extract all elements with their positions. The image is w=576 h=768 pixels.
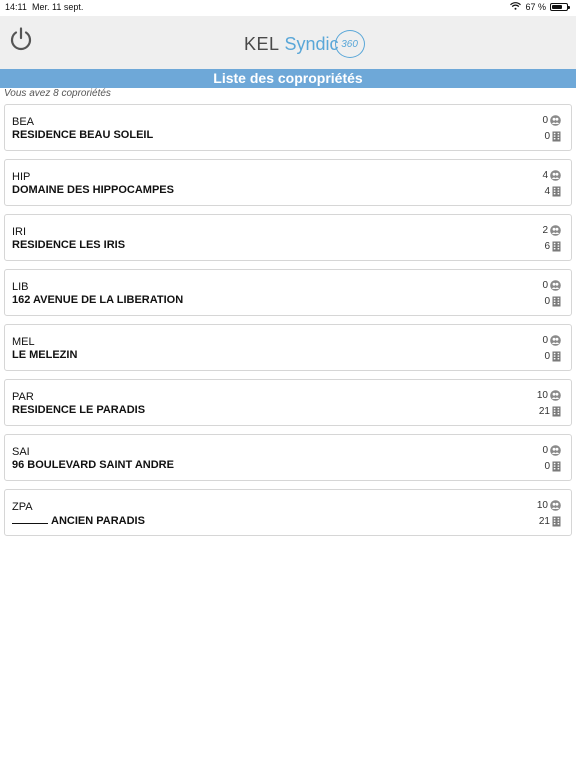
logo-syndic: Syndic: [284, 33, 339, 54]
property-card[interactable]: IRI RESIDENCE LES IRIS 2 6: [4, 214, 572, 261]
people-count: 0: [542, 280, 561, 291]
property-card[interactable]: SAI 96 BOULEVARD SAINT ANDRE 0 0: [4, 434, 572, 481]
people-icon: [550, 280, 561, 291]
building-icon: [552, 296, 561, 307]
app-logo: KEL Syndic 360: [244, 28, 365, 60]
property-code: PAR: [12, 391, 34, 403]
property-name: LE MELEZIN: [12, 349, 78, 361]
people-count-value: 4: [542, 170, 548, 181]
people-count-value: 0: [542, 280, 548, 291]
building-count-value: 0: [544, 131, 550, 142]
property-code: BEA: [12, 116, 35, 128]
property-name: RESIDENCE LE PARADIS: [12, 404, 146, 416]
building-count-value: 6: [544, 241, 550, 252]
status-date: Mer. 11 sept.: [32, 2, 84, 12]
building-count: 0: [544, 296, 561, 307]
property-name: RESIDENCE LES IRIS: [12, 239, 126, 251]
status-right: 67 %: [510, 2, 570, 12]
building-count: 21: [539, 516, 561, 527]
property-code: IRI: [12, 226, 27, 238]
building-count-value: 21: [538, 406, 550, 417]
property-card[interactable]: ZPA ANCIEN PARADIS 10 21: [4, 489, 572, 536]
building-icon: [552, 351, 561, 362]
property-name: 162 AVENUE DE LA LIBERATION: [12, 294, 184, 306]
property-code: ZPA: [12, 501, 33, 513]
people-count: 0: [542, 445, 561, 456]
redacted-line: [12, 514, 48, 524]
building-icon: [552, 406, 561, 417]
status-bar: 14:11 Mer. 11 sept. 67 %: [0, 0, 576, 16]
building-count: 0: [544, 351, 561, 362]
property-card[interactable]: LIB 162 AVENUE DE LA LIBERATION 0 0: [4, 269, 572, 316]
people-count: 10: [537, 500, 561, 511]
people-icon: [550, 390, 561, 401]
property-code: SAI: [12, 446, 30, 458]
people-count: 4: [542, 170, 561, 181]
logo-badge: 360: [334, 30, 365, 58]
people-icon: [550, 225, 561, 236]
property-count-text: Vous avez 8 coproriétés: [4, 88, 111, 99]
building-count: 0: [544, 131, 561, 142]
logout-button[interactable]: [8, 26, 34, 52]
people-icon: [550, 335, 561, 346]
people-icon: [550, 170, 561, 181]
page-title: Liste des copropriétés: [0, 69, 576, 88]
property-name: 96 BOULEVARD SAINT ANDRE: [12, 459, 174, 471]
building-count-value: 21: [538, 516, 550, 527]
property-card[interactable]: MEL LE MELEZIN 0 0: [4, 324, 572, 371]
property-name-row: ANCIEN PARADIS: [12, 514, 145, 527]
logo-kel: KEL: [244, 33, 280, 54]
power-icon: [10, 27, 32, 51]
building-count-value: 0: [544, 296, 550, 307]
property-card[interactable]: PAR RESIDENCE LE PARADIS 10 21: [4, 379, 572, 426]
people-count-value: 10: [536, 390, 548, 401]
people-count: 0: [542, 335, 561, 346]
people-count: 10: [537, 390, 561, 401]
people-count-value: 0: [542, 335, 548, 346]
property-list: BEA RESIDENCE BEAU SOLEIL 0 0 HIP DOMAIN…: [4, 104, 572, 544]
property-card[interactable]: HIP DOMAINE DES HIPPOCAMPES 4 4: [4, 159, 572, 206]
property-code: HIP: [12, 171, 31, 183]
people-count-value: 0: [542, 445, 548, 456]
property-name: ANCIEN PARADIS: [51, 515, 145, 527]
people-icon: [550, 445, 561, 456]
battery-icon: [550, 3, 570, 11]
property-card[interactable]: BEA RESIDENCE BEAU SOLEIL 0 0: [4, 104, 572, 151]
building-count: 6: [544, 241, 561, 252]
building-count-value: 0: [544, 351, 550, 362]
building-icon: [552, 241, 561, 252]
status-time: 14:11: [5, 2, 27, 12]
building-count-value: 0: [544, 461, 550, 472]
building-count: 4: [544, 186, 561, 197]
app-header: KEL Syndic 360: [0, 16, 576, 69]
property-code: LIB: [12, 281, 29, 293]
property-name: RESIDENCE BEAU SOLEIL: [12, 129, 154, 141]
battery-percent: 67 %: [525, 2, 546, 12]
building-icon: [552, 461, 561, 472]
building-count: 21: [539, 406, 561, 417]
building-icon: [552, 186, 561, 197]
property-name: DOMAINE DES HIPPOCAMPES: [12, 184, 174, 196]
property-code: MEL: [12, 336, 35, 348]
building-icon: [552, 131, 561, 142]
people-count-value: 2: [542, 225, 548, 236]
building-count-value: 4: [544, 186, 550, 197]
wifi-icon: [510, 2, 522, 12]
people-count: 2: [542, 225, 561, 236]
building-count: 0: [544, 461, 561, 472]
people-count-value: 0: [542, 115, 548, 126]
building-icon: [552, 516, 561, 527]
people-count: 0: [542, 115, 561, 126]
people-icon: [550, 115, 561, 126]
people-count-value: 10: [536, 500, 548, 511]
people-icon: [550, 500, 561, 511]
